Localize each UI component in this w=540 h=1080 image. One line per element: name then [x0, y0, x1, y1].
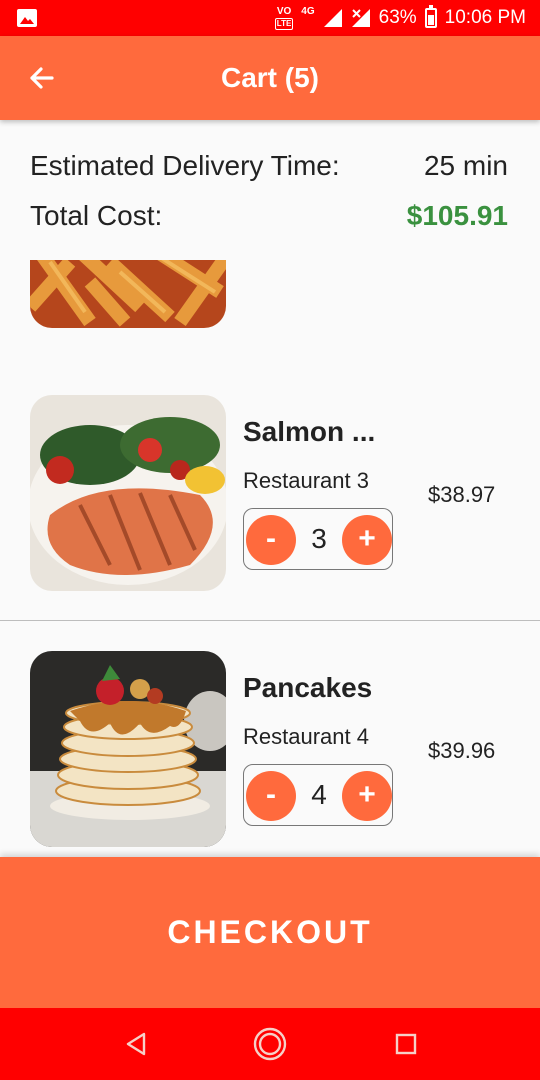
battery-percent: 63%: [378, 7, 417, 28]
grilled-salmon-image: [30, 395, 226, 591]
checkout-button[interactable]: CHECKOUT: [0, 857, 540, 1008]
increase-quantity-button[interactable]: +: [342, 771, 392, 821]
item-restaurant: Restaurant 4: [243, 724, 369, 749]
network-type: 4G: [301, 6, 315, 17]
app-root: VO LTE 4G 63% 10:06 PM Cart (5) Estimate…: [0, 0, 540, 1080]
decrease-quantity-button[interactable]: -: [246, 771, 296, 821]
total-cost-row: Total Cost: $105.91: [30, 200, 508, 232]
quantity-stepper: - 3 +: [243, 508, 393, 570]
gallery-icon: [17, 9, 37, 27]
nav-recent-apps-icon[interactable]: [394, 1032, 418, 1056]
cart-item: Pancakes Restaurant 4 $39.96 - 4 +: [0, 620, 540, 857]
item-name: Pancakes: [243, 672, 373, 703]
decrease-quantity-button[interactable]: -: [246, 515, 296, 565]
nav-back-icon[interactable]: [122, 1030, 150, 1058]
cart-item: Salmon ... Restaurant 3 $38.97 - 3 +: [0, 364, 540, 620]
total-cost-label: Total Cost:: [30, 200, 163, 231]
page-title: Cart (5): [220, 62, 319, 93]
app-bar: Cart (5): [0, 36, 540, 120]
quantity-stepper: - 4 +: [243, 764, 393, 826]
pancake-stack-image: [30, 651, 226, 847]
delivery-time-value: 25 min: [423, 150, 508, 181]
increase-quantity-button[interactable]: +: [342, 515, 392, 565]
delivery-time-label: Estimated Delivery Time:: [30, 150, 340, 181]
system-nav-bar: [0, 1008, 540, 1080]
battery-icon: [424, 5, 437, 28]
quantity-value: 4: [311, 779, 327, 810]
volte-icon: VO LTE: [274, 5, 294, 30]
delivery-time-row: Estimated Delivery Time: 25 min: [30, 150, 508, 182]
nav-home-icon[interactable]: [252, 1026, 288, 1062]
item-restaurant: Restaurant 3: [243, 468, 369, 493]
total-cost-value: $105.91: [406, 200, 508, 231]
quantity-value: 3: [311, 523, 327, 554]
item-price: $38.97: [428, 482, 496, 507]
signal-x-icon: [351, 9, 370, 27]
status-icons: VO LTE 4G 63% 10:06 PM: [274, 0, 526, 36]
status-bar: VO LTE 4G 63% 10:06 PM: [0, 0, 540, 36]
item-name: Salmon ...: [243, 416, 376, 447]
signal-icon: [323, 9, 342, 27]
order-summary: Estimated Delivery Time: 25 min Total Co…: [0, 120, 540, 260]
item-price: $39.96: [428, 738, 496, 763]
clock: 10:06 PM: [444, 7, 526, 28]
